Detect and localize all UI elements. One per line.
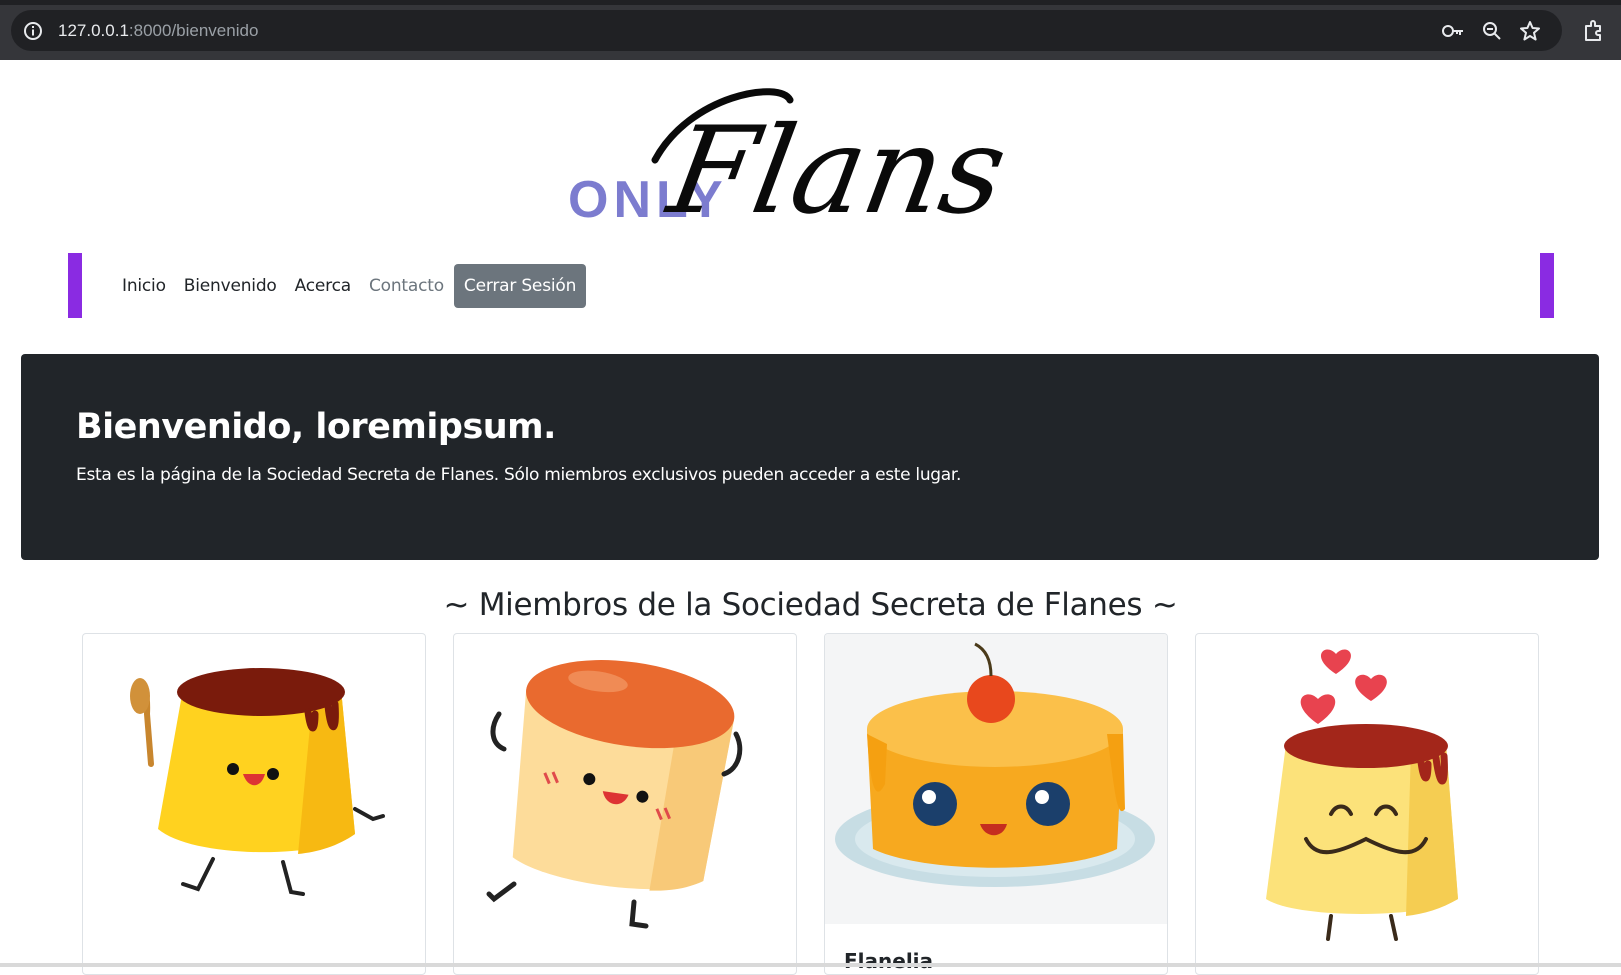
members-title: ~ Miembros de la Sociedad Secreta de Fla… bbox=[443, 587, 1178, 623]
member-card[interactable] bbox=[453, 633, 797, 975]
url-host: 127.0.0.1 bbox=[58, 21, 129, 40]
welcome-text: Esta es la página de la Sociedad Secreta… bbox=[76, 465, 962, 485]
member-card[interactable] bbox=[1195, 633, 1539, 975]
welcome-banner: Bienvenido, loremipsum. Esta es la págin… bbox=[21, 354, 1599, 560]
tab-strip-edge bbox=[0, 0, 1621, 5]
member-name: Flanelia bbox=[844, 949, 934, 973]
flan-illustration bbox=[1266, 649, 1458, 941]
scroll-edge bbox=[0, 963, 1621, 967]
nav-acerca[interactable]: Acerca bbox=[295, 276, 352, 296]
star-icon[interactable] bbox=[1518, 19, 1542, 43]
flan-illustration bbox=[130, 668, 385, 896]
flan-illustration bbox=[825, 634, 1167, 924]
main-nav: Inicio Bienvenido Acerca Contacto Cerrar… bbox=[122, 263, 587, 309]
url-text[interactable]: 127.0.0.1:8000/bienvenido bbox=[58, 21, 258, 41]
extensions-icon[interactable] bbox=[1581, 19, 1605, 43]
nav-contacto[interactable]: Contacto bbox=[369, 276, 444, 296]
site-logo[interactable]: ONLY Flans bbox=[560, 80, 1060, 240]
nav-accent-left bbox=[68, 253, 82, 318]
browser-toolbar: 127.0.0.1:8000/bienvenido bbox=[0, 0, 1621, 60]
nav-accent-right bbox=[1540, 253, 1554, 318]
info-icon[interactable] bbox=[23, 21, 43, 41]
welcome-title: Bienvenido, loremipsum. bbox=[76, 407, 556, 447]
logout-button[interactable]: Cerrar Sesión bbox=[453, 264, 587, 308]
address-bar[interactable]: 127.0.0.1:8000/bienvenido bbox=[11, 10, 1562, 51]
nav-bienvenido[interactable]: Bienvenido bbox=[184, 276, 277, 296]
member-card[interactable]: Flanelia bbox=[824, 633, 1168, 975]
url-path: :8000/bienvenido bbox=[128, 21, 259, 40]
page-content: ONLY Flans Inicio Bienvenido Acerca Cont… bbox=[0, 60, 1621, 975]
flan-illustration bbox=[486, 659, 743, 929]
zoom-icon[interactable] bbox=[1480, 19, 1504, 43]
member-card[interactable] bbox=[82, 633, 426, 975]
nav-inicio[interactable]: Inicio bbox=[122, 276, 166, 296]
svg-text:Flans: Flans bbox=[658, 101, 1017, 240]
key-icon[interactable] bbox=[1441, 19, 1465, 43]
